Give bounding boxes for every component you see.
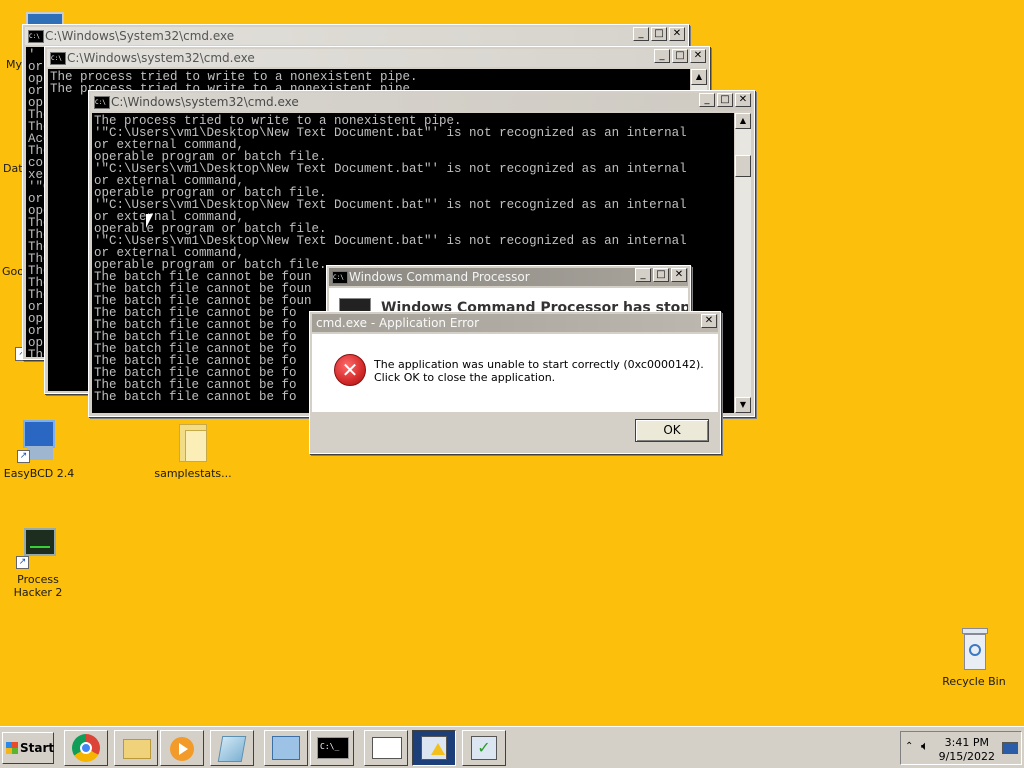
desktop-icon-label: Recycle Bin [942, 675, 1006, 688]
ok-button[interactable]: OK [635, 419, 709, 442]
window-title: C:\Windows\system32\cmd.exe [67, 51, 255, 65]
window-title: C:\Windows\System32\cmd.exe [45, 29, 235, 43]
cmd-icon: C:\ [332, 271, 348, 284]
easybcd-icon: ↗ [17, 420, 61, 464]
desktop-icon-label: EasyBCD 2.4 [3, 467, 75, 480]
scroll-up-button[interactable]: ▲ [735, 113, 751, 129]
taskbar: Start C:\_ ✓ ⌃ 🔈︎ 3:41 PM 9/15/2022 [0, 726, 1024, 768]
process-hacker-icon: ↗ [16, 526, 60, 570]
explorer-folder-icon [123, 739, 151, 759]
system-tray: ⌃ 🔈︎ 3:41 PM 9/15/2022 [900, 731, 1022, 765]
desktop-icon-label: Process Hacker 2 [13, 573, 63, 599]
recycle-bin-icon [952, 628, 996, 672]
taskbar-button-media-player[interactable] [160, 730, 204, 766]
scroll-thumb[interactable] [735, 155, 751, 177]
window-controls: _ □ ✕ [635, 268, 687, 282]
window-controls: _ □ ✕ [654, 49, 706, 63]
taskbar-button-chrome[interactable] [64, 730, 108, 766]
show-desktop-icon[interactable] [1002, 742, 1018, 754]
scroll-down-button[interactable]: ▼ [735, 397, 751, 413]
cmd-icon: C:\_ [317, 737, 349, 759]
desktop-icon-label-google[interactable]: Goo [2, 265, 24, 278]
close-button[interactable]: ✕ [701, 314, 717, 328]
control-panel-icon [272, 736, 300, 760]
start-button[interactable]: Start [2, 732, 54, 764]
maximize-button[interactable]: □ [653, 268, 669, 282]
start-label: Start [20, 741, 55, 755]
minimize-button[interactable]: _ [699, 93, 715, 107]
window-controls: _ □ ✕ [699, 93, 751, 107]
clock[interactable]: 3:41 PM 9/15/2022 [939, 736, 995, 764]
desktop-icon-process-hacker[interactable]: ↗ Process Hacker 2 [0, 526, 78, 599]
taskbar-button-checklist[interactable]: ✓ [462, 730, 506, 766]
desktop-icon-label-my[interactable]: My [6, 58, 22, 71]
window-titlebar[interactable]: C:\ C:\Windows\System32\cmd.exe [25, 27, 686, 45]
notepad-icon [217, 736, 247, 762]
checklist-icon: ✓ [471, 736, 497, 760]
desktop-icon-recycle-bin[interactable]: Recycle Bin [934, 628, 1014, 688]
desktop-icon-samplestats[interactable]: samplestats... [153, 420, 233, 480]
close-button[interactable]: ✕ [690, 49, 706, 63]
taskbar-button-app-error[interactable] [412, 730, 456, 766]
dialog-titlebar[interactable]: cmd.exe - Application Error [312, 314, 718, 332]
cmd-icon: C:\ [28, 30, 44, 43]
cmd-icon: C:\ [94, 96, 110, 109]
window-titlebar[interactable]: C:\ C:\Windows\system32\cmd.exe [47, 49, 707, 67]
taskbar-button-explorer[interactable] [114, 730, 158, 766]
mouse-cursor-icon [146, 214, 153, 228]
error-icon: ✕ [334, 354, 366, 386]
window-titlebar[interactable]: C:\ C:\Windows\system32\cmd.exe [91, 93, 752, 111]
folder-icon [171, 420, 215, 464]
close-button[interactable]: ✕ [735, 93, 751, 107]
windows-logo-icon [6, 742, 18, 754]
taskbar-button-document[interactable] [364, 730, 408, 766]
desktop-icon-label: samplestats... [154, 467, 232, 480]
maximize-button[interactable]: □ [717, 93, 733, 107]
minimize-button[interactable]: _ [635, 268, 651, 282]
maximize-button[interactable]: □ [651, 27, 667, 41]
dialog-title: cmd.exe - Application Error [316, 316, 480, 330]
dialog-body: ✕ The application was unable to start co… [312, 334, 718, 412]
clock-date: 9/15/2022 [938, 750, 995, 763]
window-controls: ✕ [701, 314, 717, 328]
show-hidden-icons-icon[interactable]: ⌃ [905, 741, 913, 752]
close-button[interactable]: ✕ [669, 27, 685, 41]
desktop-icon-easybcd[interactable]: ↗ EasyBCD 2.4 [0, 420, 79, 480]
error-message: The application was unable to start corr… [374, 358, 704, 384]
maximize-button[interactable]: □ [672, 49, 688, 63]
taskbar-button-control-panel[interactable] [264, 730, 308, 766]
clock-time: 3:41 PM [944, 736, 989, 749]
application-error-dialog[interactable]: cmd.exe - Application Error ✕ ✕ The appl… [309, 311, 721, 454]
vertical-scrollbar[interactable]: ▲ ▼ [735, 113, 751, 413]
scroll-up-button[interactable]: ▲ [691, 69, 707, 85]
minimize-button[interactable]: _ [633, 27, 649, 41]
taskbar-button-notepad[interactable] [210, 730, 254, 766]
window-title: Windows Command Processor [349, 270, 530, 284]
taskbar-button-cmd[interactable]: C:\_ [310, 730, 354, 766]
minimize-button[interactable]: _ [654, 49, 670, 63]
window-title: C:\Windows\system32\cmd.exe [111, 95, 299, 109]
document-window-icon [372, 737, 402, 759]
window-controls: _ □ ✕ [633, 27, 685, 41]
cmd-icon: C:\ [50, 52, 66, 65]
close-button[interactable]: ✕ [671, 268, 687, 282]
volume-icon[interactable]: 🔈︎ [921, 739, 929, 754]
